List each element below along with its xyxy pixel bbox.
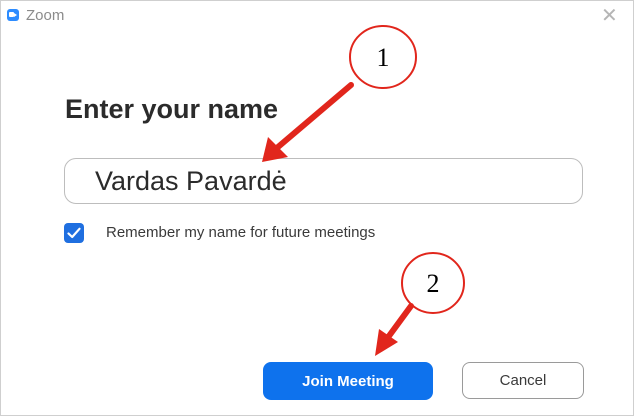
join-meeting-button[interactable]: Join Meeting [263,362,433,400]
zoom-dialog-window: Zoom ✕ Enter your name Remember my name … [0,0,634,416]
name-input[interactable] [64,158,583,204]
close-icon[interactable]: ✕ [601,6,618,26]
window-title: Zoom [26,7,65,24]
page-title: Enter your name [65,94,279,124]
cancel-button[interactable]: Cancel [462,362,584,399]
zoom-camera-icon [7,9,19,21]
checkmark-icon [67,227,81,239]
title-bar: Zoom ✕ [1,1,633,31]
remember-name-checkbox[interactable] [64,223,84,243]
remember-name-label[interactable]: Remember my name for future meetings [106,224,375,241]
